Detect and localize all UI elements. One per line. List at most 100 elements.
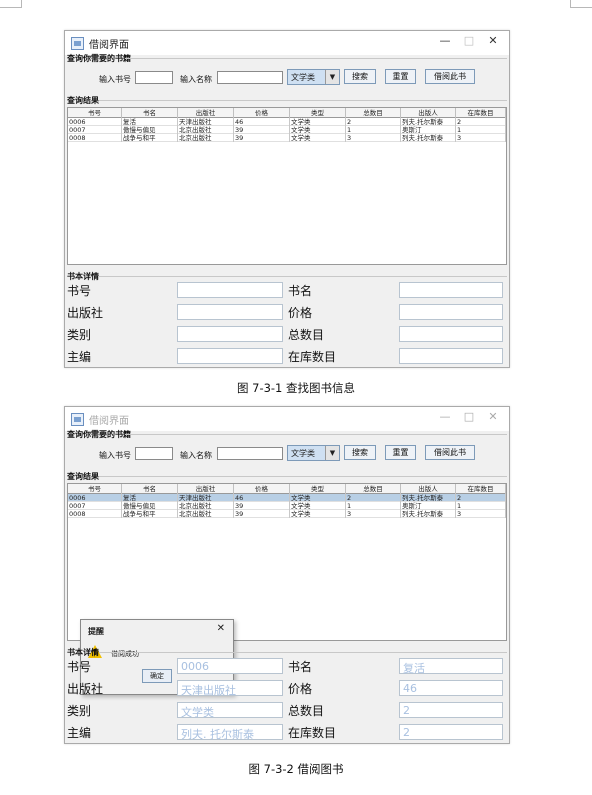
group-divider bbox=[99, 276, 507, 277]
editor-field[interactable] bbox=[177, 348, 283, 364]
table-cell: 2 bbox=[346, 118, 401, 126]
table-row[interactable]: 0006 复活 天津出版社 46 文学类 2 列夫.托尔斯泰 2 bbox=[68, 118, 506, 126]
search-group-title: 查询你需要的书籍 bbox=[67, 430, 131, 439]
table-cell: 列夫.托尔斯泰 bbox=[401, 510, 456, 518]
book-name-field[interactable] bbox=[399, 282, 503, 298]
table-cell: 39 bbox=[234, 134, 290, 142]
minimize-button[interactable]: — bbox=[433, 410, 457, 423]
table-cell: 列夫.托尔斯泰 bbox=[401, 118, 456, 126]
table-row[interactable]: 0006 复活 天津出版社 46 文学类 2 列夫.托尔斯泰 2 bbox=[68, 494, 506, 502]
book-id-input[interactable] bbox=[135, 71, 173, 84]
column-header[interactable]: 书名 bbox=[122, 108, 178, 118]
book-id-label: 书号 bbox=[67, 284, 92, 298]
table-row[interactable]: 0007 傲慢与偏见 北京出版社 39 文学类 1 奥斯汀 1 bbox=[68, 502, 506, 510]
column-header[interactable]: 类型 bbox=[290, 108, 346, 118]
table-cell: 战争与和平 bbox=[122, 510, 178, 518]
column-header[interactable]: 总数目 bbox=[346, 484, 401, 494]
table-cell: 天津出版社 bbox=[178, 494, 234, 502]
table-cell: 2 bbox=[456, 494, 506, 502]
publisher-field[interactable] bbox=[177, 304, 283, 320]
column-header[interactable]: 在库数目 bbox=[456, 108, 506, 118]
category-select[interactable]: 文学类 ▼ bbox=[287, 69, 340, 85]
column-header[interactable]: 总数目 bbox=[346, 108, 401, 118]
table-cell: 北京出版社 bbox=[178, 510, 234, 518]
close-button[interactable]: ✕ bbox=[481, 410, 505, 423]
total-count-field[interactable]: 2 bbox=[399, 702, 503, 718]
column-header[interactable]: 出版人 bbox=[401, 484, 456, 494]
category-field[interactable] bbox=[177, 326, 283, 342]
book-id-field[interactable] bbox=[177, 282, 283, 298]
category-value: 文学类 bbox=[291, 449, 315, 458]
borrow-button[interactable]: 借阅此书 bbox=[425, 69, 475, 84]
price-field[interactable]: 46 bbox=[399, 680, 503, 696]
search-button[interactable]: 搜索 bbox=[344, 445, 376, 460]
table-row[interactable]: 0008 战争与和平 北京出版社 39 文学类 3 列夫.托尔斯泰 3 bbox=[68, 134, 506, 142]
table-cell: 文学类 bbox=[290, 118, 346, 126]
column-header[interactable]: 类型 bbox=[290, 484, 346, 494]
publisher-label: 出版社 bbox=[67, 306, 104, 320]
table-cell: 天津出版社 bbox=[178, 118, 234, 126]
table-cell: 列夫.托尔斯泰 bbox=[401, 494, 456, 502]
editor-field[interactable]: 列夫. 托尔斯泰 bbox=[177, 724, 283, 741]
book-name-input[interactable] bbox=[217, 71, 283, 84]
table-cell: 复活 bbox=[122, 118, 178, 126]
maximize-button[interactable]: □ bbox=[457, 34, 481, 47]
book-id-input[interactable] bbox=[135, 447, 173, 460]
column-header[interactable]: 出版社 bbox=[178, 484, 234, 494]
column-header[interactable]: 书名 bbox=[122, 484, 178, 494]
category-label: 类别 bbox=[67, 328, 92, 342]
in-stock-count-field[interactable] bbox=[399, 348, 503, 364]
book-name-field[interactable]: 复活 bbox=[399, 658, 503, 675]
reset-button[interactable]: 重置 bbox=[385, 445, 416, 460]
column-header[interactable]: 出版人 bbox=[401, 108, 456, 118]
results-table[interactable]: 书号 书名 出版社 价格 类型 总数目 出版人 在库数目 0006 复活 天津出版社 46 文学类 2 列… bbox=[67, 483, 507, 695]
minimize-button[interactable]: — bbox=[433, 34, 457, 47]
table-header: 书号 书名 出版社 价格 类型 总数目 出版人 在库数目 bbox=[68, 108, 506, 118]
chevron-down-icon[interactable]: ▼ bbox=[325, 70, 339, 84]
results-table[interactable]: 书号 书名 出版社 价格 类型 总数目 出版人 在库数目 0006 复活 天津出版社 46 文学类 2 列… bbox=[67, 107, 507, 265]
maximize-button[interactable]: □ bbox=[457, 410, 481, 423]
table-cell: 列夫.托尔斯泰 bbox=[401, 134, 456, 142]
price-field[interactable] bbox=[399, 304, 503, 320]
group-divider bbox=[125, 434, 507, 435]
column-header[interactable]: 价格 bbox=[234, 484, 290, 494]
borrow-button[interactable]: 借阅此书 bbox=[425, 445, 475, 460]
table-cell: 1 bbox=[346, 126, 401, 134]
dialog-close-button[interactable]: ✕ bbox=[217, 623, 225, 634]
close-button[interactable]: ✕ bbox=[481, 34, 505, 47]
column-header[interactable]: 书号 bbox=[68, 108, 122, 118]
title-bar: 借阅界面 — □ ✕ bbox=[65, 407, 509, 431]
table-cell: 39 bbox=[234, 126, 290, 134]
table-cell: 39 bbox=[234, 502, 290, 510]
table-row[interactable]: 0008 战争与和平 北京出版社 39 文学类 3 列夫.托尔斯泰 3 bbox=[68, 510, 506, 518]
category-field[interactable]: 文学类 bbox=[177, 702, 283, 719]
in-stock-count-label: 在库数目 bbox=[288, 350, 337, 364]
column-header[interactable]: 出版社 bbox=[178, 108, 234, 118]
table-cell: 1 bbox=[346, 502, 401, 510]
search-button[interactable]: 搜索 bbox=[344, 69, 376, 84]
results-group-title: 查询结果 bbox=[67, 96, 99, 105]
table-cell: 0007 bbox=[68, 502, 122, 510]
book-name-label: 输入名称 bbox=[180, 451, 212, 460]
table-row[interactable]: 0007 傲慢与偏见 北京出版社 39 文学类 1 奥斯汀 1 bbox=[68, 126, 506, 134]
category-value: 文学类 bbox=[291, 73, 315, 82]
category-select[interactable]: 文学类 ▼ bbox=[287, 445, 340, 461]
figure-caption: 图 7-3-2 借阅图书 bbox=[248, 762, 344, 776]
column-header[interactable]: 在库数目 bbox=[456, 484, 506, 494]
in-stock-count-field[interactable]: 2 bbox=[399, 724, 503, 740]
window-title: 借阅界面 bbox=[89, 416, 129, 427]
total-count-field[interactable] bbox=[399, 326, 503, 342]
details-group-title: 书本详情 bbox=[67, 648, 99, 657]
chevron-down-icon[interactable]: ▼ bbox=[325, 446, 339, 460]
reset-button[interactable]: 重置 bbox=[385, 69, 416, 84]
editor-label: 主编 bbox=[67, 726, 92, 740]
column-header[interactable]: 书号 bbox=[68, 484, 122, 494]
column-header[interactable]: 价格 bbox=[234, 108, 290, 118]
table-cell: 0006 bbox=[68, 494, 122, 502]
table-cell: 北京出版社 bbox=[178, 502, 234, 510]
table-cell: 46 bbox=[234, 118, 290, 126]
dialog-ok-button[interactable]: 确定 bbox=[142, 669, 172, 683]
book-name-input[interactable] bbox=[217, 447, 283, 460]
book-id-field[interactable]: 0006 bbox=[177, 658, 283, 674]
publisher-field[interactable]: 天津出版社 bbox=[177, 680, 283, 697]
